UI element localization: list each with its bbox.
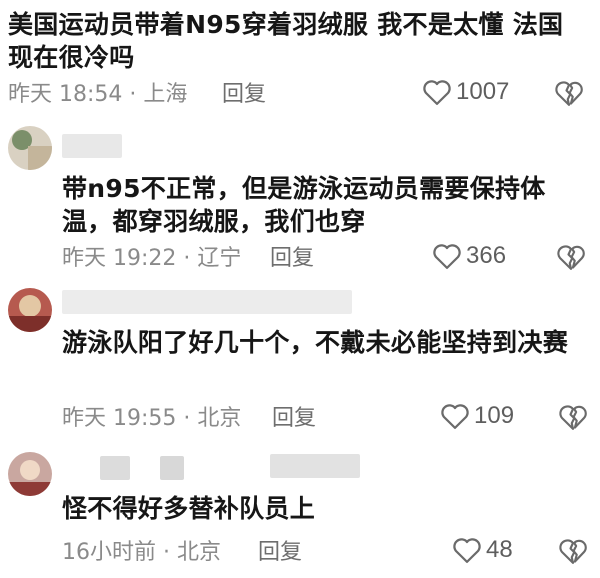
like-button[interactable]: 109 bbox=[440, 402, 514, 430]
reply-button[interactable]: 回复 bbox=[258, 540, 302, 566]
avatar[interactable] bbox=[8, 452, 52, 496]
comment-text: 游泳队阳了好几十个，不戴未必能坚持到决赛 bbox=[62, 328, 569, 357]
heart-outline-icon bbox=[432, 242, 462, 270]
username-redacted bbox=[62, 290, 352, 314]
broken-heart-icon[interactable] bbox=[556, 243, 586, 271]
comment-text: 美国运动员带着N95穿着羽绒服 我不是太懂 法国现在很冷吗 bbox=[8, 10, 564, 72]
username-redacted bbox=[270, 454, 360, 478]
reply-button[interactable]: 回复 bbox=[272, 406, 316, 432]
comment-2: 带n95不正常，但是游泳运动员需要保持体温，都穿羽绒服，我们也穿 昨天 19:2… bbox=[0, 120, 600, 280]
avatar[interactable] bbox=[8, 288, 52, 332]
comment-4: 怪不得好多替补队员上 16小时前 · 北京 回复 48 bbox=[0, 446, 600, 578]
broken-heart-icon[interactable] bbox=[558, 403, 588, 431]
heart-outline-icon bbox=[452, 536, 482, 564]
like-count: 366 bbox=[466, 242, 507, 269]
comment-1: 美国运动员带着N95穿着羽绒服 我不是太懂 法国现在很冷吗 昨天 18:54 ·… bbox=[0, 0, 600, 120]
like-count: 1007 bbox=[456, 78, 510, 105]
like-count: 109 bbox=[474, 402, 515, 429]
reply-button[interactable]: 回复 bbox=[270, 246, 314, 272]
comment-meta: 昨天 19:55 · 北京 bbox=[62, 406, 242, 431]
like-button[interactable]: 1007 bbox=[422, 78, 509, 106]
broken-heart-icon[interactable] bbox=[554, 79, 584, 107]
username-redacted bbox=[62, 134, 122, 158]
like-count: 48 bbox=[486, 536, 513, 563]
username-redacted bbox=[100, 456, 130, 480]
comment-meta: 16小时前 · 北京 bbox=[62, 540, 221, 565]
like-button[interactable]: 366 bbox=[432, 242, 506, 270]
avatar[interactable] bbox=[8, 126, 52, 170]
username-redacted bbox=[160, 456, 184, 480]
like-button[interactable]: 48 bbox=[452, 536, 513, 564]
heart-outline-icon bbox=[440, 402, 470, 430]
comment-meta: 昨天 19:22 · 辽宁 bbox=[62, 246, 242, 271]
heart-outline-icon bbox=[422, 78, 452, 106]
broken-heart-icon[interactable] bbox=[558, 537, 588, 565]
comment-text: 怪不得好多替补队员上 bbox=[62, 494, 316, 523]
comment-meta: 昨天 18:54 · 上海 bbox=[8, 82, 188, 107]
comment-text: 带n95不正常，但是游泳运动员需要保持体温，都穿羽绒服，我们也穿 bbox=[62, 174, 546, 236]
reply-button[interactable]: 回复 bbox=[222, 82, 266, 108]
comment-3: 游泳队阳了好几十个，不戴未必能坚持到决赛 昨天 19:55 · 北京 回复 10… bbox=[0, 282, 600, 442]
